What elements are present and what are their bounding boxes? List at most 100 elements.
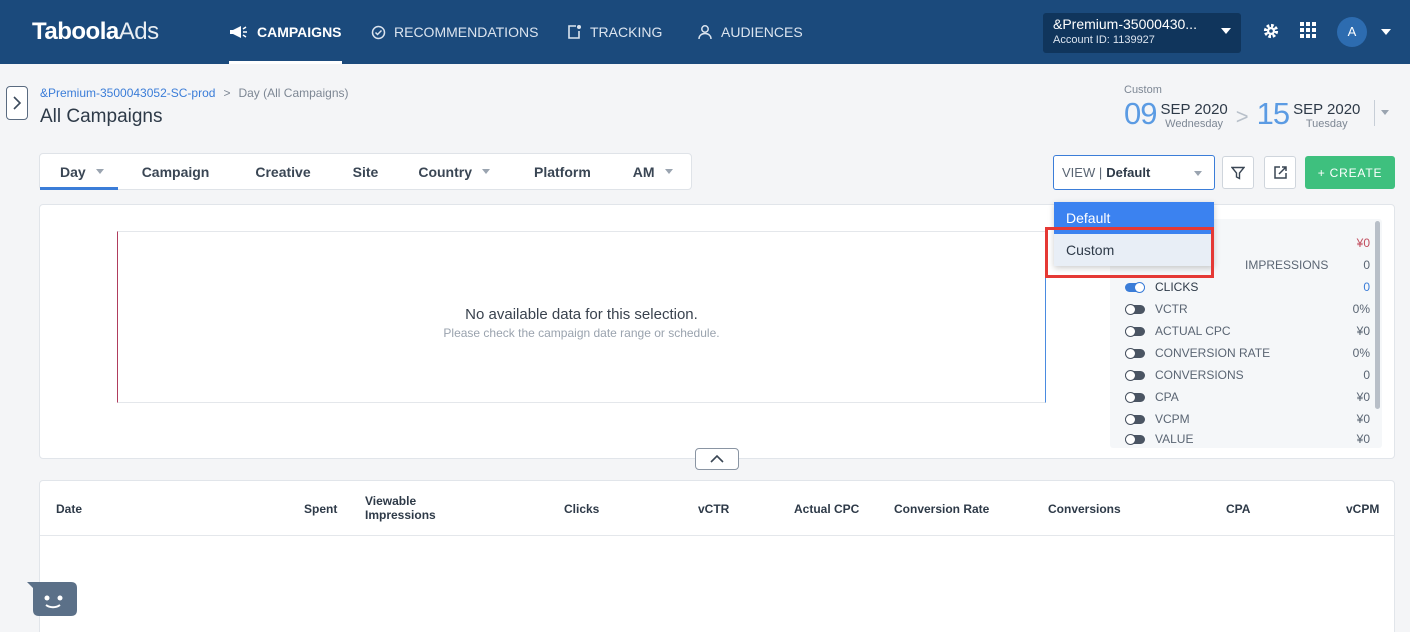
metric-row-value[interactable]: VALUE ¥0 — [1125, 432, 1370, 446]
tab-platform[interactable]: Platform — [512, 154, 613, 189]
nav-label: CAMPAIGNS — [257, 24, 342, 40]
date-range-picker[interactable]: Custom 09 SEP 2020 Wednesday > 15 SEP 20… — [1124, 84, 1394, 144]
end-day: 15 — [1256, 96, 1290, 131]
graph-plot-area: No available data for this selection. Pl… — [117, 231, 1046, 403]
tab-label: Creative — [255, 163, 311, 180]
tab-site[interactable]: Site — [333, 154, 399, 189]
column-header-spent[interactable]: Spent — [304, 502, 337, 516]
toggle-switch[interactable] — [1125, 413, 1145, 425]
gear-icon[interactable] — [1262, 22, 1280, 40]
megaphone-icon — [230, 26, 247, 38]
chevron-down-icon — [95, 169, 104, 174]
tab-day[interactable]: Day — [40, 154, 118, 190]
tab-label: Day — [60, 163, 86, 180]
collapse-graph-button[interactable] — [695, 448, 739, 470]
tab-label: Campaign — [141, 163, 210, 180]
toggle-switch[interactable] — [1125, 391, 1145, 403]
filter-button[interactable] — [1222, 156, 1254, 189]
metric-value: ¥0 — [1356, 390, 1370, 404]
create-button[interactable]: + CREATE — [1305, 156, 1395, 189]
sidebar-expand-button[interactable] — [6, 86, 28, 120]
chat-bot-icon[interactable] — [27, 578, 79, 620]
view-value: Default — [1106, 165, 1151, 180]
apps-grid-icon[interactable] — [1300, 22, 1316, 38]
breadcrumb-current: Day (All Campaigns) — [238, 86, 349, 100]
column-header-viewable-impressions[interactable]: Viewable Impressions — [365, 494, 445, 522]
end-weekday: Tuesday — [1305, 118, 1348, 130]
taboola-ads-logo[interactable]: TaboolaAds — [32, 18, 159, 46]
column-header-vcpm[interactable]: vCPM — [1346, 502, 1379, 516]
chevron-down-icon[interactable] — [1381, 29, 1391, 35]
toggle-switch[interactable] — [1125, 281, 1145, 293]
chevron-down-icon — [1381, 110, 1389, 115]
tab-am[interactable]: AM — [613, 154, 693, 189]
toggle-switch[interactable] — [1125, 369, 1145, 381]
toggle-switch[interactable] — [1125, 433, 1145, 445]
nav-tracking[interactable]: TRACKING — [566, 0, 662, 64]
account-id: Account ID: 1139927 — [1053, 34, 1155, 46]
account-name: &Premium-35000430... — [1053, 16, 1197, 32]
breakdown-tabs: Day Campaign Creative Site Country Platf… — [39, 153, 692, 190]
nav-recommendations[interactable]: RECOMMENDATIONS — [371, 0, 538, 64]
date-range-label: Custom — [1124, 84, 1162, 96]
tab-label: AM — [632, 163, 655, 180]
tab-country[interactable]: Country — [398, 154, 512, 189]
chevron-up-icon — [710, 454, 724, 463]
metrics-scrollbar[interactable] — [1375, 221, 1380, 409]
metric-label: CPA — [1155, 390, 1179, 404]
tab-label: Country — [418, 163, 472, 180]
start-weekday: Wednesday — [1165, 118, 1224, 130]
metric-value: ¥0 — [1356, 324, 1370, 338]
tab-label: Site — [352, 163, 379, 180]
filter-icon — [1231, 166, 1245, 180]
metric-label: CONVERSIONS — [1155, 368, 1244, 382]
metric-label: IMPRESSIONS — [1245, 258, 1329, 272]
metric-row-conversions[interactable]: CONVERSIONS 0 — [1125, 366, 1370, 384]
tracking-icon — [568, 25, 581, 39]
check-circle-icon — [371, 25, 386, 39]
metric-row-cpa[interactable]: CPA ¥0 — [1125, 388, 1370, 406]
metric-label: CLICKS — [1155, 280, 1199, 294]
column-header-vctr[interactable]: vCTR — [698, 502, 729, 516]
date-range-dropdown[interactable] — [1374, 100, 1389, 126]
column-header-conversion-rate[interactable]: Conversion Rate — [894, 502, 989, 516]
nav-audiences[interactable]: AUDIENCES — [697, 0, 803, 64]
column-header-conversions[interactable]: Conversions — [1048, 502, 1121, 516]
column-header-date[interactable]: Date — [56, 502, 82, 516]
view-select[interactable]: VIEW | Default — [1053, 155, 1215, 190]
metric-value: 0 — [1363, 368, 1370, 382]
nav-label: TRACKING — [590, 24, 663, 40]
page-title: All Campaigns — [40, 106, 163, 127]
date-separator: > — [1235, 104, 1249, 129]
toggle-switch[interactable] — [1125, 325, 1145, 337]
column-header-cpa[interactable]: CPA — [1226, 502, 1250, 516]
chevron-down-icon — [482, 169, 490, 174]
metric-row-actual-cpc[interactable]: ACTUAL CPC ¥0 — [1125, 322, 1370, 340]
tab-label: Platform — [534, 163, 591, 180]
account-selector[interactable]: &Premium-35000430... Account ID: 1139927 — [1043, 13, 1241, 53]
nav-campaigns[interactable]: CAMPAIGNS — [229, 0, 342, 64]
column-header-clicks[interactable]: Clicks — [564, 502, 599, 516]
export-button[interactable] — [1264, 156, 1296, 189]
tab-creative[interactable]: Creative — [233, 154, 332, 189]
metric-row-vcpm[interactable]: VCPM ¥0 — [1125, 410, 1370, 428]
column-header-actual-cpc[interactable]: Actual CPC — [794, 502, 859, 516]
highlight-box — [1045, 227, 1214, 278]
metric-row-vctr[interactable]: VCTR 0% — [1125, 300, 1370, 318]
metric-label: VCPM — [1155, 412, 1190, 426]
metric-row-clicks[interactable]: CLICKS 0 — [1125, 278, 1370, 296]
toggle-switch[interactable] — [1125, 303, 1145, 315]
metric-value: 0% — [1352, 346, 1370, 360]
metric-row-conversion-rate[interactable]: CONVERSION RATE 0% — [1125, 344, 1370, 362]
campaign-data-table: Date Spent Viewable Impressions Clicks v… — [39, 480, 1395, 632]
chevron-down-icon — [664, 169, 673, 174]
user-avatar[interactable]: A — [1337, 17, 1367, 47]
toggle-switch[interactable] — [1125, 347, 1145, 359]
chevron-down-icon — [1194, 171, 1202, 176]
chevron-down-icon — [1221, 28, 1231, 34]
tab-campaign[interactable]: Campaign — [118, 154, 234, 189]
nav-label: AUDIENCES — [721, 24, 803, 40]
export-icon — [1273, 166, 1287, 179]
metric-label: CONVERSION RATE — [1155, 346, 1271, 360]
breadcrumb-account-link[interactable]: &Premium-3500043052-SC-prod — [40, 86, 215, 100]
